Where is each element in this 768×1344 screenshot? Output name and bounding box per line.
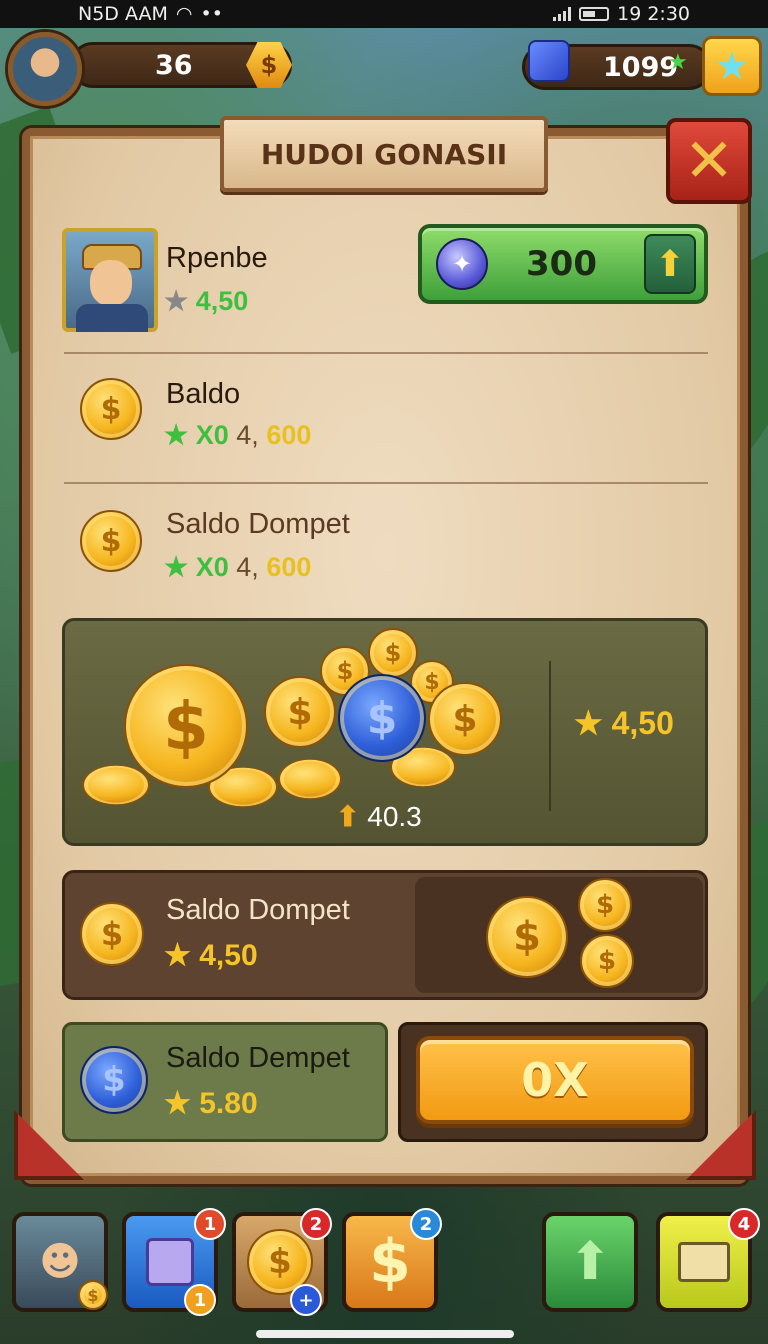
upgrade-button[interactable]: ✦ 300 ⬆	[418, 224, 708, 304]
nav-profile[interactable]: ☻ $	[12, 1212, 108, 1312]
row-name: Baldo	[166, 378, 241, 410]
signal-icon	[553, 7, 572, 21]
coin-icon: $	[80, 902, 144, 966]
star-icon: ★	[164, 1087, 191, 1120]
row-name: Saldo Dompet	[166, 508, 350, 540]
divider	[64, 482, 708, 484]
nav-inventory[interactable]: 4	[656, 1208, 760, 1312]
treasure-increase-value: 40.3	[367, 801, 422, 832]
orb-icon: ✦	[436, 238, 488, 290]
green-star-icon: ★	[164, 552, 189, 582]
up-arrow-icon: ⬆	[644, 234, 696, 294]
coin-icon: $	[264, 676, 336, 748]
big-coin-icon: $	[124, 664, 248, 788]
star-icon: ★	[574, 705, 603, 741]
treasure-increase: ⬆ 40.3	[336, 800, 422, 833]
clock: 19 2:30	[617, 3, 690, 25]
coin-icon	[82, 764, 150, 806]
coin-count: 36	[155, 49, 193, 81]
blue-card-rating: ★ 5.80	[164, 1086, 258, 1121]
nav-shop[interactable]: 1 1	[122, 1208, 226, 1316]
nav-coins[interactable]: $ 2 +	[232, 1208, 332, 1316]
blue-card-name: Saldo Dempet	[166, 1042, 350, 1074]
notification-badge: 1	[194, 1208, 226, 1240]
nav-wallet[interactable]: $ 2	[342, 1208, 442, 1312]
notification-badge: 2	[410, 1208, 442, 1240]
row-bonus: ★ X0 4, 600	[164, 420, 311, 451]
coin-icon: $	[486, 896, 568, 978]
gem-count: 1099	[603, 51, 679, 83]
confirm-button[interactable]: 0X	[416, 1036, 694, 1124]
coin-icon: $	[78, 1280, 108, 1310]
notification-badge: 4	[728, 1208, 760, 1240]
battery-icon	[579, 7, 610, 21]
dollar-icon: $	[369, 1227, 411, 1297]
green-star-icon: ★	[668, 50, 688, 75]
wifi-icon: ◠	[175, 3, 193, 25]
treasure-rating-value: 4,50	[611, 705, 674, 741]
player-avatar[interactable]	[8, 32, 82, 106]
dollar-icon: $	[260, 51, 278, 79]
cube-icon	[146, 1238, 194, 1286]
row-bonus-multiplier: X0	[195, 420, 229, 450]
gem-icon	[528, 40, 570, 82]
coin-icon: $	[368, 628, 418, 678]
blue-card-rating-value: 5.80	[199, 1087, 258, 1120]
blue-coin-icon: $	[80, 1046, 148, 1114]
treasure-rating: ★ 4,50	[574, 704, 674, 742]
row-amount: 600	[266, 420, 312, 450]
coin-icon: $	[578, 878, 632, 932]
divider	[64, 352, 708, 354]
coin-icon: $	[428, 682, 502, 756]
plus-badge: +	[290, 1284, 322, 1316]
row-bonus: ★ X0 4, 600	[164, 552, 311, 583]
favorites-button[interactable]: ★	[702, 36, 762, 96]
star-icon: ★	[164, 286, 189, 316]
green-star-icon: ★	[164, 420, 189, 450]
box-icon	[678, 1242, 730, 1282]
player-name: Rpenbe	[166, 242, 268, 274]
row-bonus-multiplier: X0	[195, 552, 229, 582]
wallet-name: Saldo Dompet	[166, 894, 350, 926]
panel-title-text: HUDOI GONASII	[260, 137, 508, 171]
coin-icon	[278, 758, 342, 800]
coin-icon: $	[80, 378, 142, 440]
up-arrow-icon: ⬆	[336, 801, 360, 832]
coin-icon: $	[80, 510, 142, 572]
bottom-nav: ☻ $ 1 1 $ 2 + $ 2 ⬆ 4	[0, 1200, 768, 1320]
close-button[interactable]: ✕	[666, 118, 752, 204]
home-indicator[interactable]	[256, 1330, 514, 1338]
player-rating: ★ 4,50	[164, 286, 248, 317]
close-icon: ✕	[683, 126, 735, 196]
panel-title: HUDOI GONASII	[220, 116, 548, 192]
coin-icon: $	[580, 934, 634, 988]
up-arrow-icon: ⬆	[568, 1232, 612, 1292]
wallet-rating-value: 4,50	[199, 939, 258, 972]
star-icon: ★	[164, 939, 191, 972]
wallet-rating: ★ 4,50	[164, 938, 258, 973]
row-amount-prefix: 4,	[236, 552, 259, 582]
row-amount-prefix: 4,	[236, 420, 259, 450]
avatar-icon: ☻	[39, 1239, 81, 1285]
notification-badge: 1	[184, 1284, 216, 1316]
player-rating-value: 4,50	[195, 286, 249, 316]
star-icon: ★	[714, 44, 750, 88]
upgrade-cost: 300	[526, 244, 597, 284]
carrier-label: N5D AAM	[78, 3, 168, 25]
player-portrait	[62, 228, 158, 332]
dots-icon: ••	[200, 3, 223, 25]
nav-upgrade[interactable]: ⬆	[542, 1212, 638, 1312]
confirm-button-label: 0X	[521, 1053, 589, 1107]
row-amount: 600	[266, 552, 312, 582]
status-bar: N5D AAM ◠ •• 19 2:30	[0, 0, 768, 28]
notification-badge: 2	[300, 1208, 332, 1240]
blue-coin-icon: $	[338, 674, 426, 762]
